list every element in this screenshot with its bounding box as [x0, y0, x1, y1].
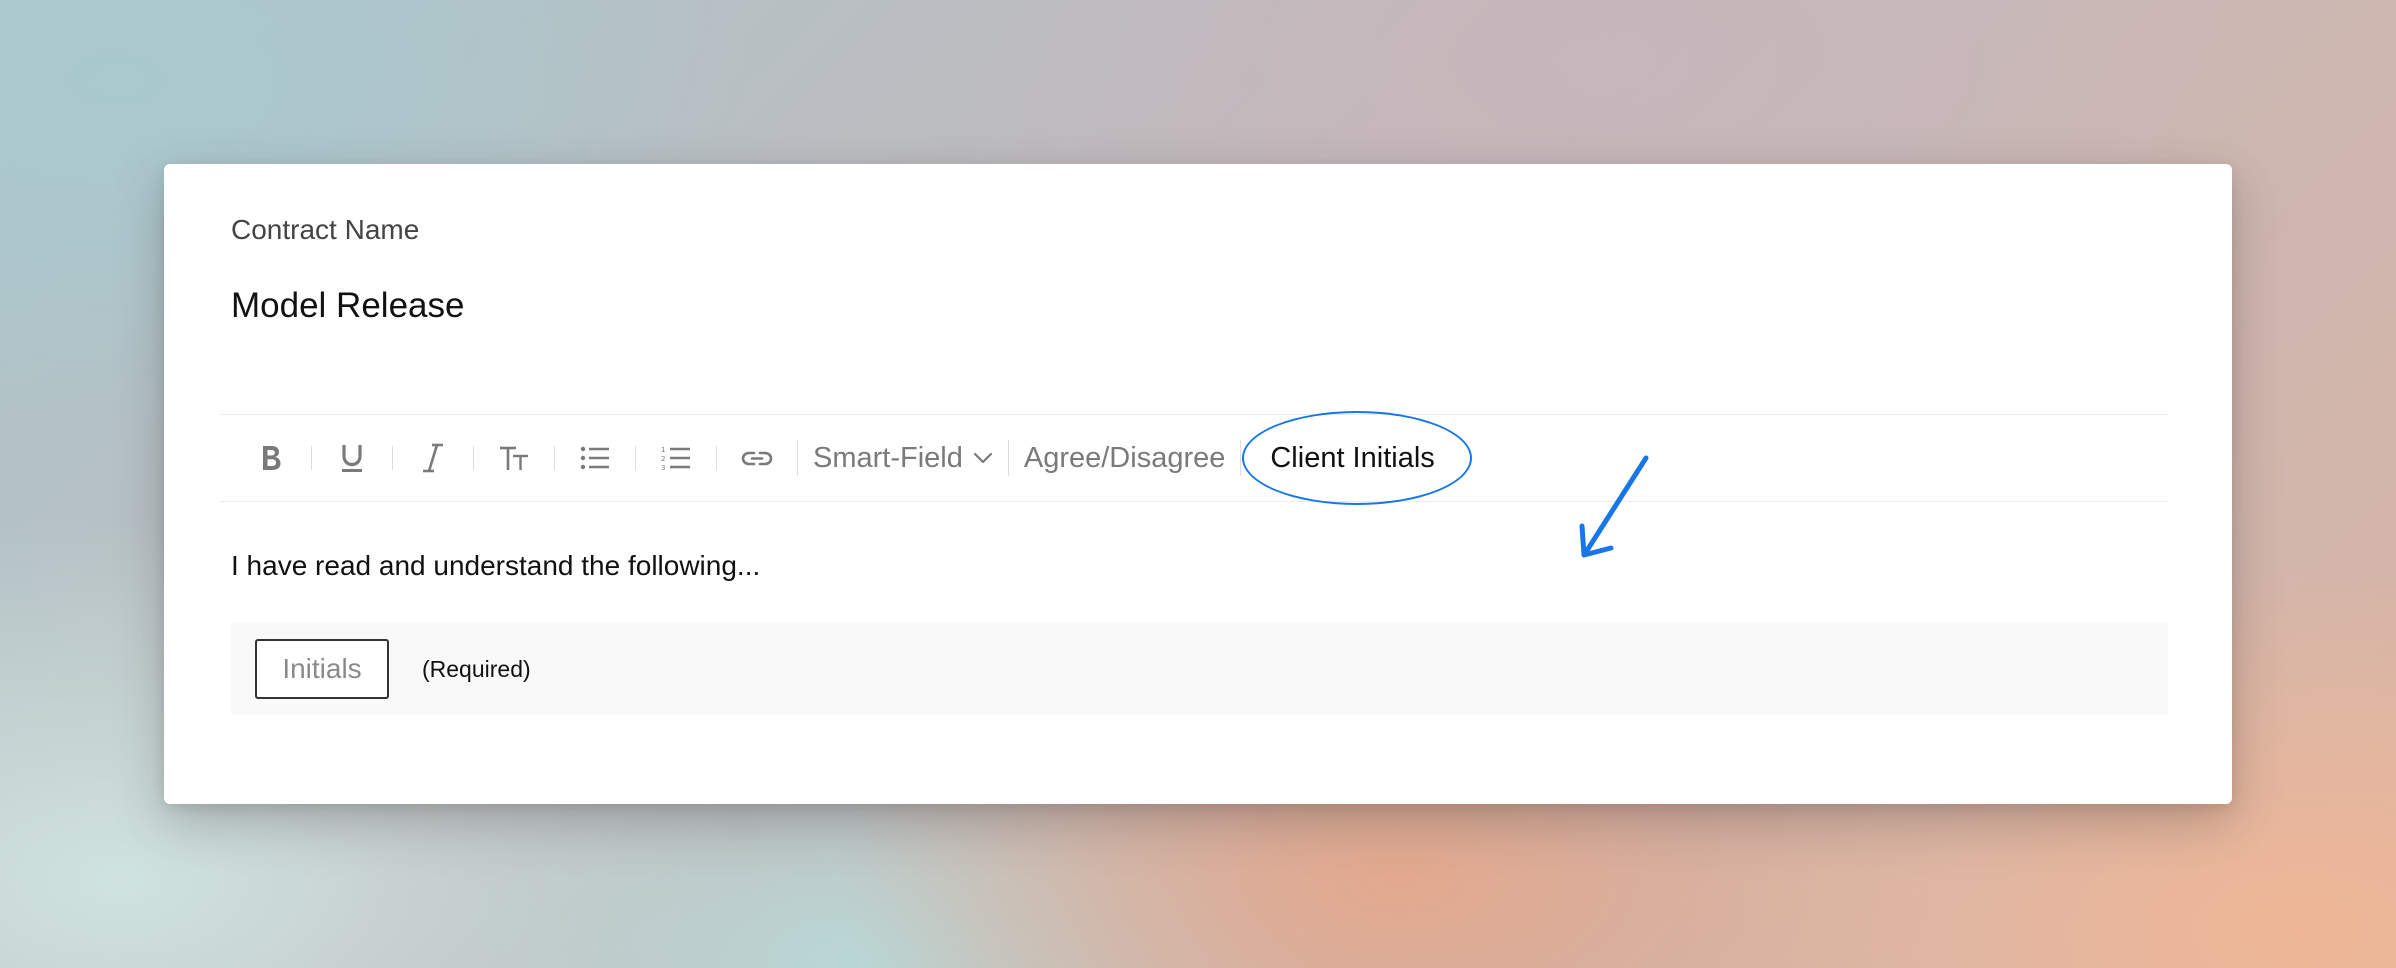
- agree-disagree-button[interactable]: Agree/Disagree: [1020, 414, 1230, 502]
- svg-text:3: 3: [661, 464, 665, 471]
- client-initials-label: Client Initials: [1270, 441, 1435, 474]
- text-size-button[interactable]: [485, 414, 543, 502]
- underline-icon: [342, 445, 362, 472]
- client-initials-field-row: Initials (Required): [231, 623, 2168, 715]
- contract-name-label: Contract Name: [231, 214, 420, 245]
- bold-icon: [263, 446, 281, 470]
- toolbar-separator: [311, 446, 312, 470]
- toolbar-separator: [554, 446, 555, 470]
- required-label: (Required): [422, 655, 531, 682]
- smart-field-label: Smart-Field: [813, 441, 963, 474]
- editor-toolbar: 1 2 3 Smart-Field Agree/Disagree Client …: [220, 411, 2168, 505]
- italic-button[interactable]: [404, 414, 462, 502]
- svg-text:2: 2: [661, 455, 665, 463]
- initials-input[interactable]: Initials: [255, 639, 389, 699]
- toolbar-separator: [392, 446, 393, 470]
- agree-disagree-label: Agree/Disagree: [1023, 441, 1226, 474]
- bold-button[interactable]: [242, 414, 300, 502]
- link-button[interactable]: [728, 414, 786, 502]
- toolbar-separator: [635, 446, 636, 470]
- contract-editor-card: Contract Name Model Release 1 2 3 Smart-…: [164, 164, 2232, 804]
- client-initials-button[interactable]: Client Initials: [1242, 411, 1473, 505]
- toolbar-separator: [1007, 440, 1009, 476]
- bullet-list-icon: [580, 446, 609, 470]
- link-icon: [741, 451, 773, 466]
- chevron-down-icon: [973, 452, 992, 464]
- numbered-list-button[interactable]: 1 2 3: [647, 414, 705, 502]
- toolbar-separator: [1240, 440, 1242, 476]
- text-size-icon: [500, 446, 528, 470]
- svg-text:1: 1: [661, 446, 665, 454]
- toolbar-separator: [797, 440, 798, 476]
- contract-body-text: I have read and understand the following…: [231, 550, 761, 581]
- numbered-list-icon: 1 2 3: [661, 446, 690, 471]
- underline-button[interactable]: [323, 414, 381, 502]
- contract-name-value[interactable]: Model Release: [231, 286, 464, 326]
- toolbar-separator: [473, 446, 474, 470]
- bullet-list-button[interactable]: [566, 414, 624, 502]
- toolbar-separator: [716, 446, 717, 470]
- italic-icon: [423, 443, 443, 473]
- smart-field-dropdown[interactable]: Smart-Field: [809, 414, 997, 502]
